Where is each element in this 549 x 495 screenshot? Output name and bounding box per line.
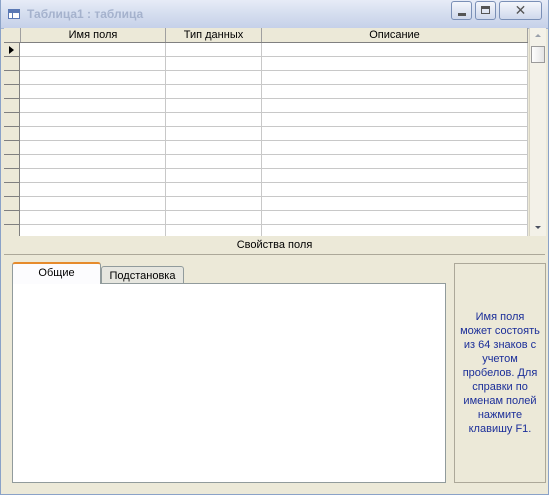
cell-data-type[interactable] [166, 169, 262, 183]
scroll-down-button[interactable] [530, 220, 546, 236]
cell-data-type[interactable] [166, 197, 262, 211]
row-selector[interactable] [4, 43, 20, 57]
cell-field-name[interactable] [20, 43, 166, 57]
row-selector[interactable] [4, 71, 20, 85]
title-bar[interactable]: Таблица1 : таблица ✕ [1, 0, 548, 29]
cell-description[interactable] [262, 155, 528, 169]
cell-field-name[interactable] [20, 141, 166, 155]
cell-data-type[interactable] [166, 225, 262, 236]
window-title: Таблица1 : таблица [27, 7, 144, 21]
cell-description[interactable] [262, 71, 528, 85]
cell-field-name[interactable] [20, 211, 166, 225]
row-selector[interactable] [4, 183, 20, 197]
row-selector[interactable] [4, 225, 20, 236]
cell-description[interactable] [262, 99, 528, 113]
restore-icon [481, 6, 490, 14]
scroll-up-button[interactable] [530, 28, 546, 44]
tab-content [12, 283, 446, 483]
table-row[interactable] [4, 225, 528, 236]
help-box: Имя поля может состоять из 64 знаков с у… [454, 263, 546, 483]
table-row[interactable] [4, 169, 528, 183]
cell-data-type[interactable] [166, 99, 262, 113]
table-design-window: Таблица1 : таблица ✕ Имя поля Тип данных… [0, 0, 549, 495]
table-row[interactable] [4, 43, 528, 57]
table-row[interactable] [4, 127, 528, 141]
column-header-description[interactable]: Описание [262, 28, 528, 42]
cell-field-name[interactable] [20, 225, 166, 236]
table-row[interactable] [4, 99, 528, 113]
cell-description[interactable] [262, 113, 528, 127]
table-row[interactable] [4, 141, 528, 155]
scroll-down-icon [535, 226, 541, 229]
cell-data-type[interactable] [166, 85, 262, 99]
table-row[interactable] [4, 71, 528, 85]
row-selector[interactable] [4, 169, 20, 183]
cell-description[interactable] [262, 183, 528, 197]
cell-description[interactable] [262, 57, 528, 71]
cell-field-name[interactable] [20, 85, 166, 99]
row-selector[interactable] [4, 141, 20, 155]
table-row[interactable] [4, 183, 528, 197]
field-properties-panel: Общие Подстановка Имя поля может состоят… [4, 254, 546, 492]
scroll-thumb[interactable] [531, 46, 545, 63]
cell-description[interactable] [262, 225, 528, 236]
cell-data-type[interactable] [166, 127, 262, 141]
cell-description[interactable] [262, 127, 528, 141]
close-icon: ✕ [514, 2, 527, 18]
selector-header [4, 28, 21, 42]
row-selector[interactable] [4, 113, 20, 127]
field-design-grid: Имя поля Тип данных Описание [4, 28, 528, 236]
table-row[interactable] [4, 113, 528, 127]
cell-data-type[interactable] [166, 57, 262, 71]
close-button[interactable]: ✕ [499, 1, 542, 20]
cell-field-name[interactable] [20, 71, 166, 85]
cell-data-type[interactable] [166, 71, 262, 85]
cell-field-name[interactable] [20, 169, 166, 183]
column-header-data-type[interactable]: Тип данных [166, 28, 262, 42]
row-selector[interactable] [4, 57, 20, 71]
row-selector[interactable] [4, 127, 20, 141]
row-selector[interactable] [4, 85, 20, 99]
cell-field-name[interactable] [20, 197, 166, 211]
cell-data-type[interactable] [166, 43, 262, 57]
cell-data-type[interactable] [166, 141, 262, 155]
cell-description[interactable] [262, 197, 528, 211]
cell-description[interactable] [262, 43, 528, 57]
table-row[interactable] [4, 85, 528, 99]
cell-field-name[interactable] [20, 127, 166, 141]
cell-data-type[interactable] [166, 155, 262, 169]
table-row[interactable] [4, 155, 528, 169]
row-selector[interactable] [4, 197, 20, 211]
cell-data-type[interactable] [166, 183, 262, 197]
cell-field-name[interactable] [20, 183, 166, 197]
cell-field-name[interactable] [20, 155, 166, 169]
row-selector[interactable] [4, 155, 20, 169]
table-row[interactable] [4, 57, 528, 71]
scroll-up-icon [535, 34, 541, 37]
restore-button[interactable] [475, 1, 496, 20]
tab-general[interactable]: Общие [12, 262, 101, 284]
cell-description[interactable] [262, 211, 528, 225]
minimize-button[interactable] [451, 1, 472, 20]
cell-field-name[interactable] [20, 113, 166, 127]
minimize-icon [458, 13, 466, 16]
help-text: Имя поля может состоять из 64 знаков с у… [460, 311, 540, 435]
field-properties-label: Свойства поля [236, 239, 313, 251]
grid-header: Имя поля Тип данных Описание [4, 28, 528, 43]
table-icon [8, 9, 20, 19]
row-selector[interactable] [4, 99, 20, 113]
table-row[interactable] [4, 211, 528, 225]
cell-data-type[interactable] [166, 113, 262, 127]
cell-data-type[interactable] [166, 211, 262, 225]
cell-description[interactable] [262, 141, 528, 155]
current-row-arrow-icon [9, 46, 14, 54]
row-selector[interactable] [4, 211, 20, 225]
cell-field-name[interactable] [20, 57, 166, 71]
cell-field-name[interactable] [20, 99, 166, 113]
cell-description[interactable] [262, 169, 528, 183]
cell-description[interactable] [262, 85, 528, 99]
table-row[interactable] [4, 197, 528, 211]
column-header-field-name[interactable]: Имя поля [21, 28, 166, 42]
vertical-scrollbar[interactable] [529, 28, 546, 236]
